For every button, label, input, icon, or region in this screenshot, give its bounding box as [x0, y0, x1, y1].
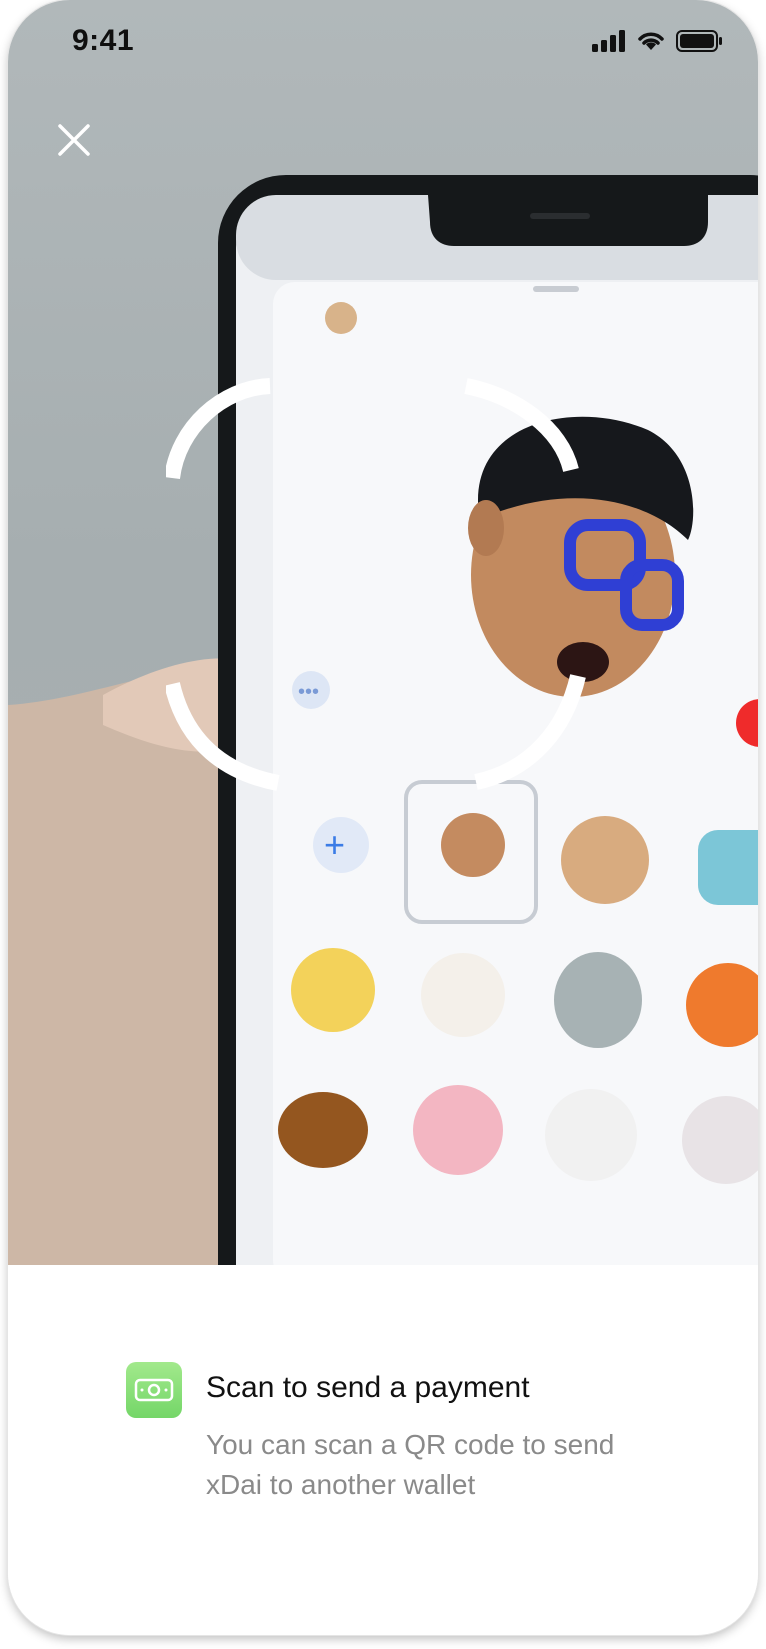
camera-viewfinder: ••• + 9:41 — [8, 0, 758, 1265]
status-icons — [592, 30, 722, 52]
svg-text:+: + — [324, 824, 345, 865]
info-description: You can scan a QR code to send xDai to a… — [206, 1429, 615, 1500]
banknote-icon — [134, 1378, 174, 1402]
wifi-icon — [638, 32, 664, 50]
scan-frame-corners — [164, 378, 586, 791]
status-bar: 9:41 — [8, 0, 758, 88]
device-frame: ••• + 9:41 Scan to send a payment You ca… — [8, 0, 758, 1635]
scan-frame — [164, 378, 606, 818]
status-time: 9:41 — [72, 24, 135, 57]
info-title: Scan to send a payment — [206, 1371, 530, 1404]
close-icon — [58, 124, 90, 156]
info-panel: Scan to send a payment You can scan a QR… — [8, 1265, 758, 1635]
battery-icon — [676, 30, 722, 52]
signal-icon — [592, 30, 625, 52]
cash-icon — [126, 1362, 182, 1418]
close-button[interactable] — [46, 112, 102, 168]
